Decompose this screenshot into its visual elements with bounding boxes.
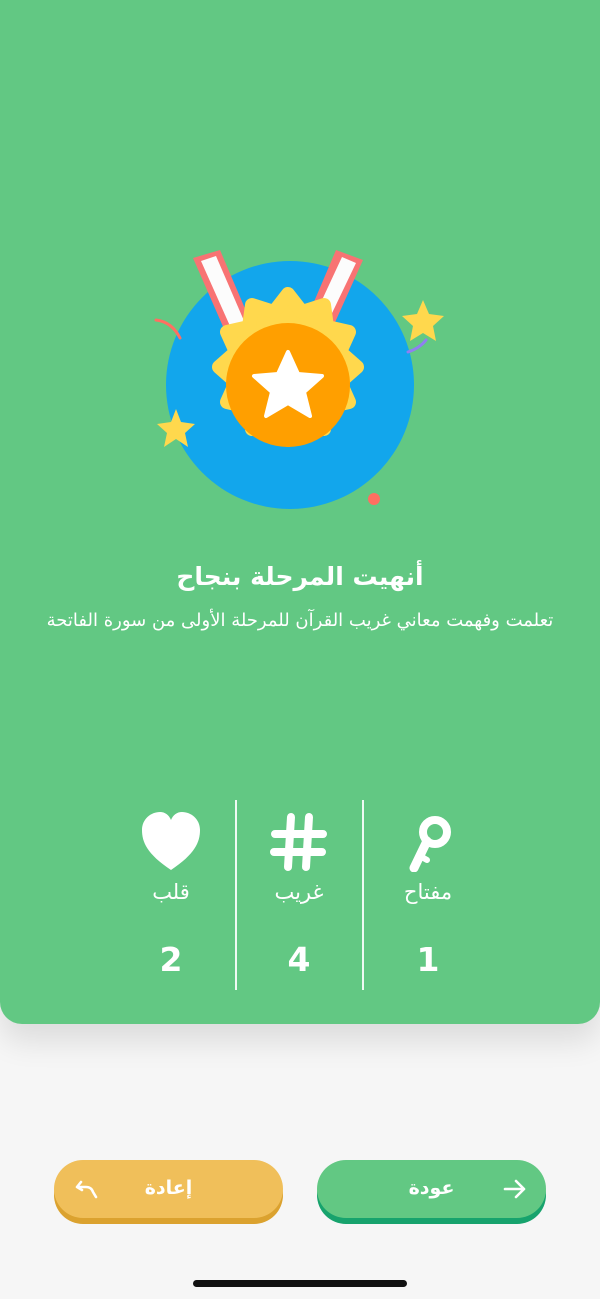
stat-keys: مفتاح 1: [364, 800, 492, 990]
completion-title: أنهيت المرحلة بنجاح: [176, 562, 424, 591]
stat-words: غريب 4: [235, 800, 363, 990]
stat-value-words: 4: [287, 940, 311, 979]
stat-hearts: قلب 2: [107, 800, 235, 990]
stats-divider-left: [235, 800, 237, 990]
home-indicator[interactable]: [193, 1280, 407, 1287]
completion-card: أنهيت المرحلة بنجاح تعلمت وفهمت معاني غر…: [0, 0, 600, 1024]
key-icon: [409, 816, 451, 872]
heart-icon: [142, 812, 200, 870]
stat-label-keys: مفتاح: [403, 880, 453, 904]
retry-button[interactable]: إعادة: [54, 1160, 283, 1218]
medal-icon: [154, 250, 444, 509]
arrow-right-icon: [503, 1179, 526, 1199]
stats-row: مفتاح 1 غريب 4 قلب 2: [107, 800, 492, 990]
undo-icon: [75, 1180, 98, 1199]
stat-value-keys: 1: [416, 940, 440, 979]
stat-label-hearts: قلب: [152, 880, 190, 904]
stat-label-words: غريب: [274, 880, 324, 904]
hash-icon: [270, 813, 327, 871]
back-button[interactable]: عودة: [317, 1160, 546, 1218]
completion-subtitle: تعلمت وفهمت معاني غريب القرآن للمرحلة ال…: [46, 610, 554, 631]
stat-value-hearts: 2: [159, 940, 183, 979]
